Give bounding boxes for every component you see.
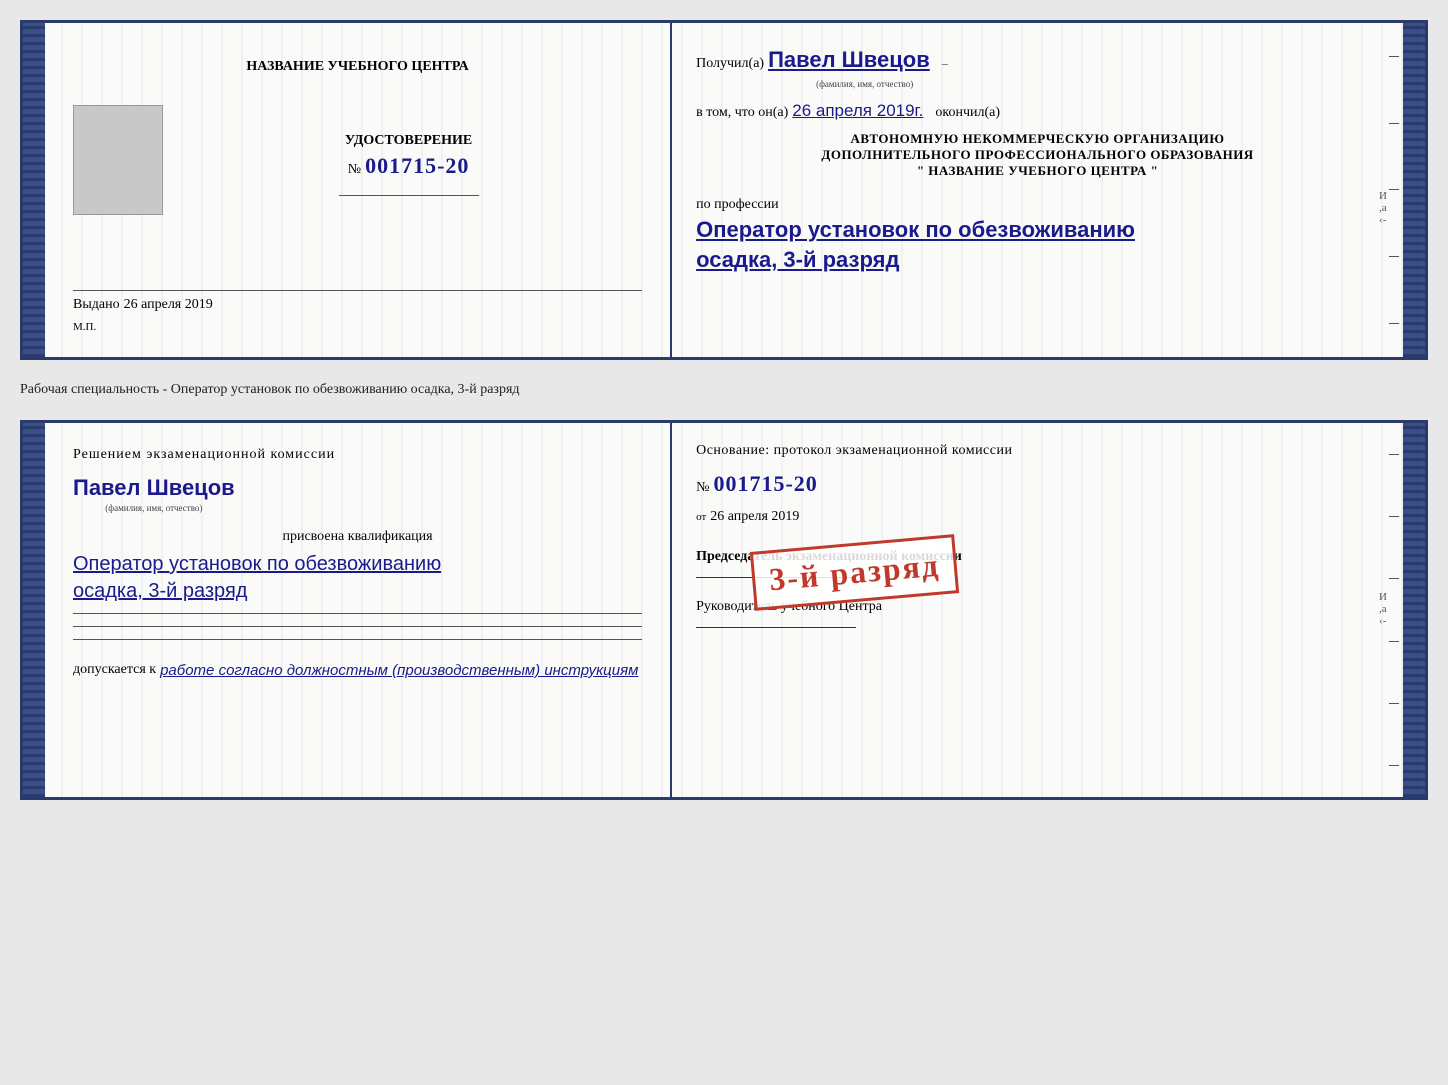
- doc1-left-page: НАЗВАНИЕ УЧЕБНОГО ЦЕНТРА УДОСТОВЕРЕНИЕ №…: [45, 23, 672, 357]
- doc1-cert-number: 001715-20: [365, 153, 469, 179]
- doc2-allowed-label: допускается к: [73, 662, 156, 678]
- doc1-received-row: Получил(а) Павел Швецов –: [696, 47, 1379, 73]
- spine-right-1: [1403, 23, 1425, 357]
- doc2-hint-letters: И ,а ‹-: [1379, 591, 1387, 627]
- doc1-cert-label: УДОСТОВЕРЕНИЕ: [345, 133, 472, 149]
- doc1-issued-date: 26 апреля 2019: [124, 297, 213, 313]
- photo-placeholder: [73, 105, 163, 215]
- doc1-that-row: в том, что он(а) 26 апреля 2019г. окончи…: [696, 101, 1379, 121]
- doc1-mp: М.П.: [73, 321, 642, 333]
- page-container: НАЗВАНИЕ УЧЕБНОГО ЦЕНТРА УДОСТОВЕРЕНИЕ №…: [20, 20, 1428, 800]
- doc2-fio-caption: (фамилия, имя, отчество): [73, 503, 235, 513]
- doc2-qualification-value1: Оператор установок по обезвоживанию: [73, 553, 441, 576]
- doc1-school-name: НАЗВАНИЕ УЧЕБНОГО ЦЕНТРА: [246, 59, 468, 75]
- doc2-left-page: Решением экзаменационной комиссии Павел …: [45, 423, 672, 797]
- doc2-qualification-value2: осадка, 3-й разряд: [73, 580, 247, 603]
- doc2-person-block: Павел Швецов (фамилия, имя, отчество): [73, 475, 235, 513]
- doc2-right-page: Основание: протокол экзаменационной коми…: [672, 423, 1403, 797]
- document-2: Решением экзаменационной комиссии Павел …: [20, 420, 1428, 800]
- doc1-issued-label: Выдано: [73, 297, 120, 313]
- doc1-finished: окончил(а): [935, 105, 1000, 121]
- spine-left-2: [23, 423, 45, 797]
- doc1-org-line2: ДОПОЛНИТЕЛЬНОГО ПРОФЕССИОНАЛЬНОГО ОБРАЗО…: [696, 147, 1379, 163]
- doc1-received-prefix: Получил(а): [696, 56, 764, 72]
- doc1-org-block: АВТОНОМНУЮ НЕКОММЕРЧЕСКУЮ ОРГАНИЗАЦИЮ ДО…: [696, 131, 1379, 179]
- doc1-org-line3: " НАЗВАНИЕ УЧЕБНОГО ЦЕНТРА ": [696, 163, 1379, 179]
- doc1-cert-prefix: №: [348, 162, 361, 178]
- doc1-right-page: Получил(а) Павел Швецов – (фамилия, имя,…: [672, 23, 1403, 357]
- doc2-protocol-prefix: №: [696, 480, 709, 496]
- doc1-specialty-value: осадка, 3-й разряд: [696, 247, 1379, 273]
- doc1-org-line1: АВТОНОМНУЮ НЕКОММЕРЧЕСКУЮ ОРГАНИЗАЦИЮ: [696, 131, 1379, 147]
- doc1-fio-caption: (фамилия, имя, отчество): [816, 79, 1379, 89]
- doc2-basis-label: Основание: протокол экзаменационной коми…: [696, 443, 1379, 459]
- doc1-issued-row: Выдано 26 апреля 2019: [73, 297, 642, 313]
- doc2-allowed-block: допускается к работе согласно должностны…: [73, 658, 638, 683]
- doc1-received-name: Павел Швецов: [768, 47, 930, 73]
- doc1-profession-value: Оператор установок по обезвоживанию: [696, 217, 1379, 243]
- doc2-qualification-label: присвоена квалификация: [73, 529, 642, 545]
- document-1: НАЗВАНИЕ УЧЕБНОГО ЦЕНТРА УДОСТОВЕРЕНИЕ №…: [20, 20, 1428, 360]
- doc1-hint-letters: И ,а ‹-: [1379, 190, 1387, 226]
- doc1-right-lines: [1389, 23, 1403, 357]
- doc1-dash1: –: [942, 56, 948, 71]
- doc2-director-sig: [696, 627, 856, 628]
- doc2-protocol-row: № 001715-20: [696, 471, 1379, 497]
- spine-right-2: [1403, 423, 1425, 797]
- doc1-that-prefix: в том, что он(а): [696, 105, 788, 121]
- doc1-that-date: 26 апреля 2019г.: [792, 101, 923, 121]
- doc2-allowed-value: работе согласно должностным (производств…: [160, 662, 638, 679]
- doc2-date-value: 26 апреля 2019: [710, 509, 799, 525]
- doc2-decision-label: Решением экзаменационной комиссии: [73, 447, 335, 463]
- doc2-protocol-number: 001715-20: [713, 471, 817, 497]
- between-label: Рабочая специальность - Оператор установ…: [20, 378, 1428, 402]
- doc2-person-name: Павел Швецов: [73, 475, 235, 501]
- doc1-cert-number-row: № 001715-20: [348, 153, 470, 179]
- stamp-text: 3-й разряд: [768, 547, 942, 598]
- doc1-profession-label: по профессии: [696, 197, 1379, 213]
- doc2-date-prefix: от: [696, 511, 706, 523]
- doc2-date-row: от 26 апреля 2019: [696, 509, 1379, 525]
- doc2-right-lines: [1389, 423, 1403, 797]
- spine-left-1: [23, 23, 45, 357]
